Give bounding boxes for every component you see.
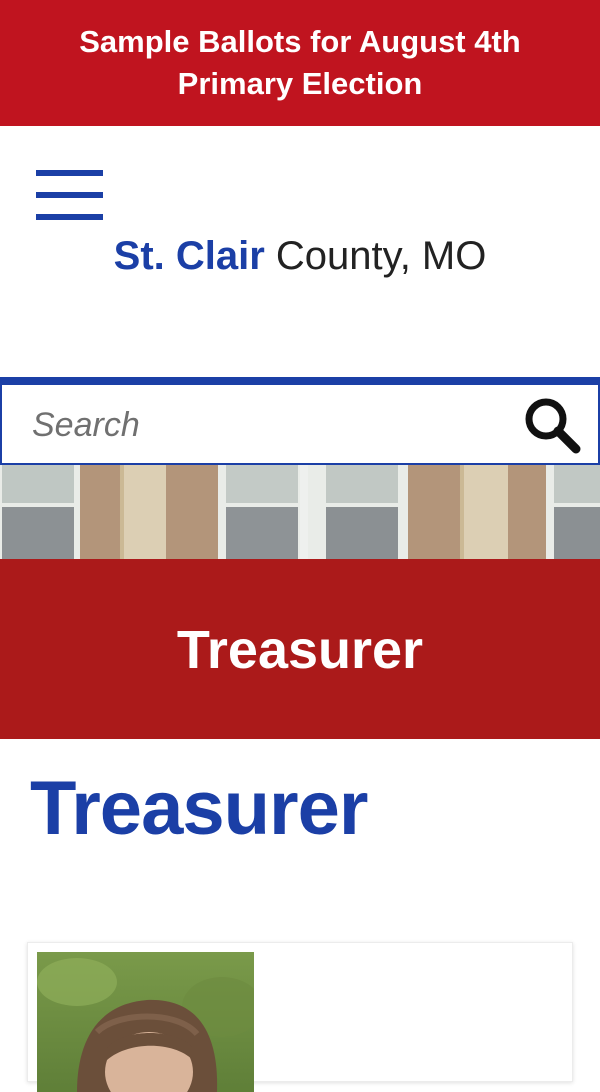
site-logo[interactable]: St. Clair County, MO [0,230,600,282]
courthouse-banner-image [0,465,600,559]
menu-bar-bottom [36,214,103,220]
site-name-rest: County, MO [275,234,487,278]
treasurer-photo [37,952,254,1092]
menu-bar-middle [36,192,103,198]
menu-bar-top [36,170,103,176]
page-title: Treasurer [30,766,368,851]
site-name-bold: St. Clair [113,234,265,278]
search-icon [525,398,581,454]
search-bar [0,377,600,465]
hamburger-menu-icon[interactable] [36,170,104,222]
profile-card [27,942,573,1092]
search-button[interactable] [520,393,584,457]
page-header-title: Treasurer [176,620,424,680]
election-alert-banner[interactable]: Sample Ballots for August 4th Primary El… [0,0,600,126]
search-input[interactable] [30,397,500,453]
alert-banner-text: Sample Ballots for August 4th Primary El… [79,24,521,101]
page-header-banner: Treasurer [0,559,600,739]
